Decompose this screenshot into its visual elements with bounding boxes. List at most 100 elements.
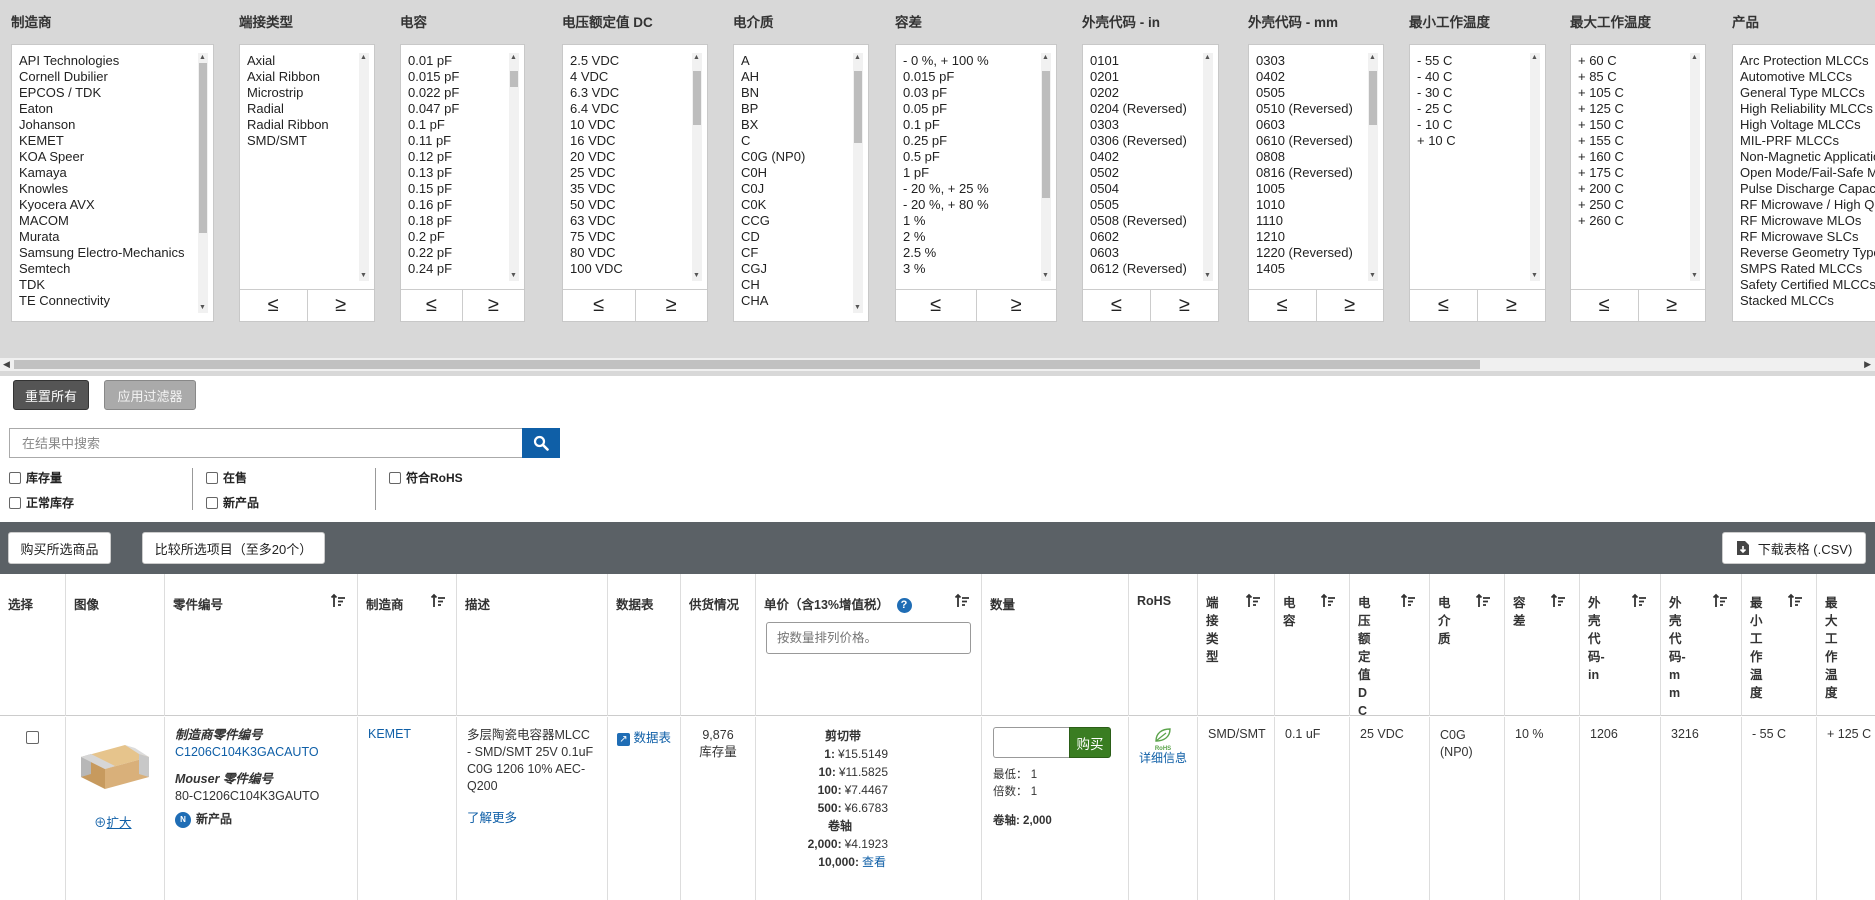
filter-option[interactable]: 35 VDC: [570, 181, 685, 197]
manufacturer-link[interactable]: KEMET: [368, 727, 411, 741]
listbox-scrollbar[interactable]: ▲ ▼: [1203, 53, 1213, 281]
filter-option[interactable]: Cornell Dubilier: [19, 69, 191, 85]
filter-option[interactable]: CCG: [741, 213, 846, 229]
filter-option[interactable]: 0.15 pF: [408, 181, 502, 197]
sort-icon[interactable]: [1475, 593, 1491, 609]
filter-option[interactable]: CF: [741, 245, 846, 261]
listbox-scrollbar[interactable]: ▲ ▼: [509, 53, 519, 281]
scrollbar-thumb[interactable]: [854, 71, 862, 143]
scrollbar-thumb[interactable]: [1042, 71, 1050, 198]
scroll-left-arrow-icon[interactable]: ◀: [3, 358, 10, 371]
scrollbar-thumb[interactable]: [199, 63, 207, 233]
scroll-down-arrow-icon[interactable]: ▼: [510, 272, 517, 280]
filter-option[interactable]: Microstrip: [247, 85, 352, 101]
less-equal-button[interactable]: ≤: [563, 290, 635, 321]
col-dielectric[interactable]: 电介质: [1430, 574, 1505, 716]
filter-option[interactable]: 0101: [1090, 53, 1196, 69]
sort-icon[interactable]: [1550, 593, 1566, 609]
filter-option[interactable]: A: [741, 53, 846, 69]
filter-option[interactable]: 0.18 pF: [408, 213, 502, 229]
filter-option[interactable]: 1 pF: [903, 165, 1034, 181]
filter-option[interactable]: 0402: [1090, 149, 1196, 165]
filter-option[interactable]: Automotive MLCCs: [1740, 69, 1875, 85]
scroll-down-arrow-icon[interactable]: ▼: [1204, 272, 1211, 280]
filter-option[interactable]: SMD/SMT: [247, 133, 352, 149]
filter-option[interactable]: - 20 %, + 80 %: [903, 197, 1034, 213]
scroll-down-arrow-icon[interactable]: ▼: [854, 304, 861, 312]
filter-option[interactable]: C0J: [741, 181, 846, 197]
filter-option[interactable]: 1110: [1256, 213, 1361, 229]
filter-horizontal-scrollbar[interactable]: ◀ ▶: [0, 358, 1875, 371]
filter-option[interactable]: 0.13 pF: [408, 165, 502, 181]
filter-option[interactable]: 0.1 pF: [903, 117, 1034, 133]
filter-option[interactable]: High Reliability MLCCs: [1740, 101, 1875, 117]
less-equal-button[interactable]: ≤: [240, 290, 307, 321]
filter-option[interactable]: + 200 C: [1578, 181, 1683, 197]
scrollbar-thumb[interactable]: [1369, 71, 1377, 125]
filter-option[interactable]: 0.11 pF: [408, 133, 502, 149]
filter-option[interactable]: 0.25 pF: [903, 133, 1034, 149]
filter-option[interactable]: 0.2 pF: [408, 229, 502, 245]
filter-option[interactable]: RF Microwave SLCs: [1740, 229, 1875, 245]
filter-option[interactable]: + 155 C: [1578, 133, 1683, 149]
filter-option[interactable]: 0502: [1090, 165, 1196, 181]
product-image[interactable]: [75, 737, 155, 795]
filter-option[interactable]: 0.05 pF: [903, 101, 1034, 117]
filter-listbox[interactable]: 0101 0201 0202 0204 (Reversed) 0303 0306 (Rev…: [1082, 44, 1219, 322]
scrollbar-thumb[interactable]: [693, 71, 701, 125]
view-more-prices-link[interactable]: 查看: [862, 855, 888, 869]
filter-option[interactable]: TDK: [19, 277, 191, 293]
sort-icon[interactable]: [1245, 593, 1261, 609]
checkbox-box[interactable]: [9, 496, 21, 509]
filter-option[interactable]: 16 VDC: [570, 133, 685, 149]
greater-equal-button[interactable]: ≥: [1477, 290, 1545, 321]
filter-option[interactable]: 0.1 pF: [408, 117, 502, 133]
learn-more-link[interactable]: 了解更多: [467, 811, 517, 825]
sort-icon[interactable]: [430, 593, 446, 609]
filter-option[interactable]: 50 VDC: [570, 197, 685, 213]
filter-option[interactable]: EPCOS / TDK: [19, 85, 191, 101]
filter-option[interactable]: 0303: [1256, 53, 1361, 69]
filter-option[interactable]: + 105 C: [1578, 85, 1683, 101]
filter-listbox[interactable]: Axial Axial Ribbon Microstrip Radial Radial …: [239, 44, 375, 322]
filter-option[interactable]: 0402: [1256, 69, 1361, 85]
col-capacitance[interactable]: 电容: [1275, 574, 1350, 716]
less-equal-button[interactable]: ≤: [896, 290, 976, 321]
filter-option[interactable]: AH: [741, 69, 846, 85]
filter-option[interactable]: 0602: [1090, 229, 1196, 245]
mfr-part-number-link[interactable]: C1206C104K3GACAUTO: [175, 745, 319, 759]
filter-option[interactable]: + 10 C: [1417, 133, 1523, 149]
table-row[interactable]: ⊕扩大 制造商零件编号 C1206C104K3GACAUTO Mouser 零件…: [0, 717, 1875, 900]
filter-option[interactable]: 1010: [1256, 197, 1361, 213]
scroll-up-arrow-icon[interactable]: ▲: [693, 54, 700, 62]
col-case-in[interactable]: 外壳代码-in: [1580, 574, 1661, 716]
filter-option[interactable]: BP: [741, 101, 846, 117]
filter-option[interactable]: KEMET: [19, 133, 191, 149]
scroll-up-arrow-icon[interactable]: ▲: [1042, 54, 1049, 62]
less-equal-button[interactable]: ≤: [1571, 290, 1638, 321]
filter-listbox[interactable]: 0.01 pF 0.015 pF 0.022 pF 0.047 pF 0.1 pF 0.1…: [400, 44, 525, 322]
greater-equal-button[interactable]: ≥: [975, 290, 1057, 321]
filter-option[interactable]: 0610 (Reversed): [1256, 133, 1361, 149]
scrollbar-thumb[interactable]: [14, 360, 1480, 369]
scroll-down-arrow-icon[interactable]: ▼: [1369, 272, 1376, 280]
filter-option[interactable]: + 175 C: [1578, 165, 1683, 181]
col-voltage-dc[interactable]: 电压额定值DC: [1350, 574, 1430, 718]
col-unit-price[interactable]: 单价（含13%增值税） ?: [756, 574, 982, 716]
scroll-down-arrow-icon[interactable]: ▼: [1691, 272, 1698, 280]
col-min-temp[interactable]: 最小工作温度: [1742, 574, 1817, 716]
filter-option[interactable]: C0H: [741, 165, 846, 181]
checkbox-box[interactable]: [9, 471, 21, 484]
filter-option[interactable]: 4 VDC: [570, 69, 685, 85]
scroll-down-arrow-icon[interactable]: ▼: [199, 304, 206, 312]
filter-option[interactable]: 0508 (Reversed): [1090, 213, 1196, 229]
filter-option[interactable]: API Technologies: [19, 53, 191, 69]
filter-option[interactable]: General Type MLCCs: [1740, 85, 1875, 101]
filter-option[interactable]: 10 VDC: [570, 117, 685, 133]
filter-option[interactable]: 0202: [1090, 85, 1196, 101]
filter-option[interactable]: 0306 (Reversed): [1090, 133, 1196, 149]
price-by-qty-input[interactable]: [766, 622, 971, 654]
filter-option[interactable]: + 260 C: [1578, 213, 1683, 229]
col-term-type[interactable]: 端接类型: [1198, 574, 1275, 716]
reset-all-button[interactable]: 重置所有: [13, 380, 89, 410]
